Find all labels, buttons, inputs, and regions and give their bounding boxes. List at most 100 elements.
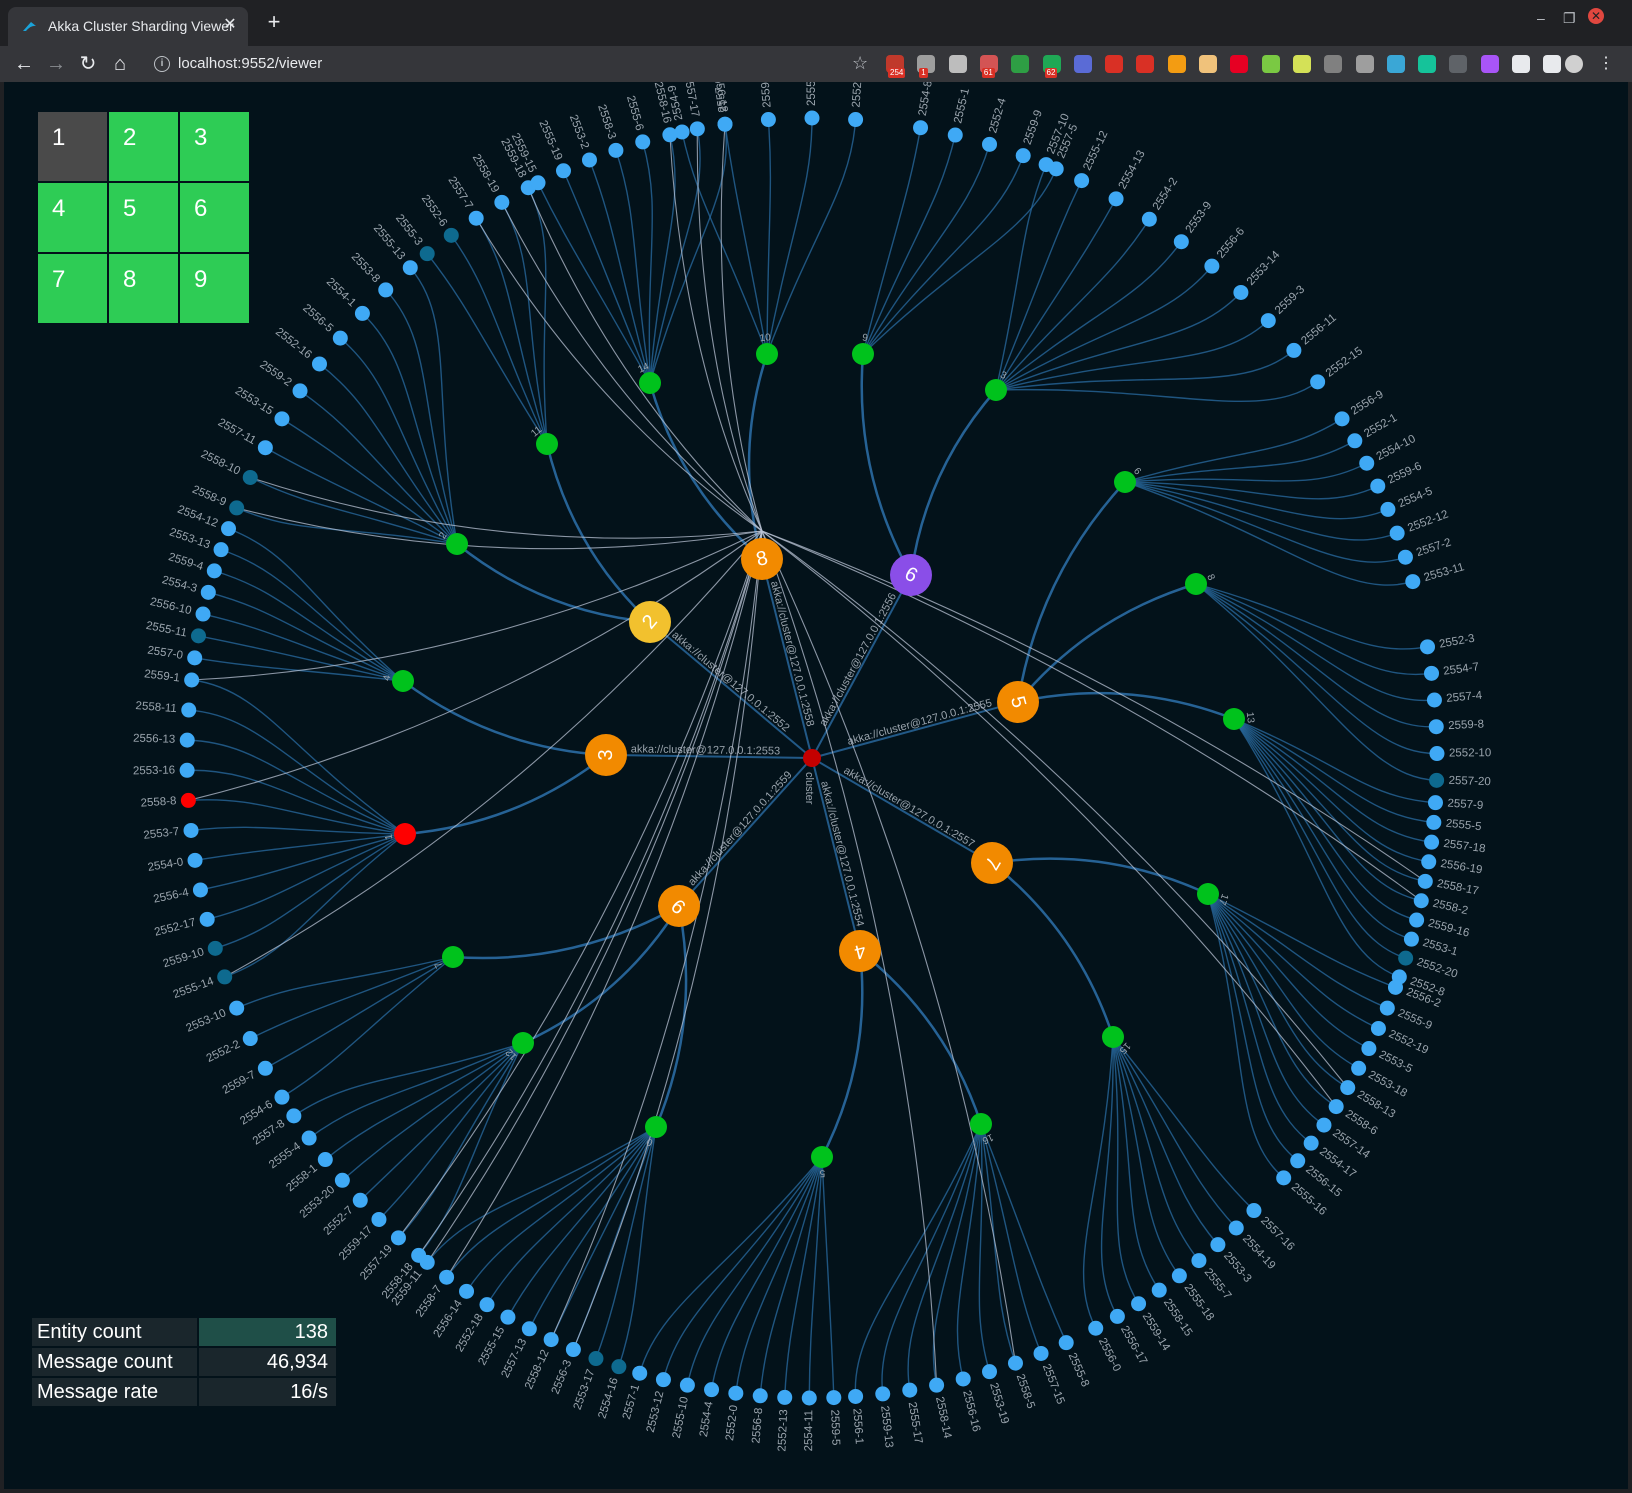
entity-node[interactable] (317, 1152, 333, 1168)
extension-icon[interactable] (1292, 55, 1311, 73)
entity-node[interactable] (801, 1390, 817, 1406)
extension-icon[interactable] (1011, 55, 1030, 73)
extension-icon[interactable] (1386, 55, 1405, 73)
entity-node[interactable] (1429, 772, 1445, 788)
shard-node[interactable] (394, 823, 416, 845)
grid-cell-7[interactable]: 7 (38, 254, 107, 323)
entity-node[interactable] (1389, 525, 1405, 541)
entity-node[interactable] (1276, 1170, 1292, 1186)
entity-node[interactable] (311, 356, 327, 372)
close-window-button[interactable]: ✕ (1588, 8, 1604, 24)
entity-node[interactable] (1334, 411, 1350, 427)
entity-node[interactable] (1427, 795, 1443, 811)
minimize-window-button[interactable]: – (1537, 10, 1545, 26)
entity-node[interactable] (1370, 1020, 1386, 1036)
entity-node[interactable] (439, 1269, 455, 1285)
entity-node[interactable] (1108, 191, 1124, 207)
entity-node[interactable] (1428, 719, 1444, 735)
home-button[interactable]: ⌂ (108, 52, 132, 76)
shard-node[interactable] (645, 1116, 667, 1138)
url-text[interactable]: localhost:9552/viewer (178, 55, 322, 72)
shard-node[interactable] (970, 1113, 992, 1135)
menu-icon[interactable]: ⋮ (1598, 55, 1616, 73)
entity-node[interactable] (332, 330, 348, 346)
entity-node[interactable] (1151, 1282, 1167, 1298)
entity-node[interactable] (390, 1230, 406, 1246)
entity-node[interactable] (229, 500, 245, 516)
entity-node[interactable] (655, 1372, 671, 1388)
extension-icon[interactable] (1261, 55, 1280, 73)
entity-node[interactable] (1409, 912, 1425, 928)
entity-node[interactable] (229, 1000, 245, 1016)
extension-icon[interactable] (1199, 55, 1217, 73)
entity-node[interactable] (929, 1377, 945, 1393)
entity-node[interactable] (1429, 746, 1445, 762)
shard-node[interactable] (1197, 883, 1219, 905)
entity-node[interactable] (611, 1359, 627, 1375)
profile-avatar[interactable] (1565, 55, 1583, 73)
entity-node[interactable] (1131, 1296, 1147, 1312)
entity-node[interactable] (1173, 234, 1189, 250)
entity-node[interactable] (848, 112, 864, 128)
grid-cell-6[interactable]: 6 (180, 183, 249, 252)
entity-node[interactable] (1380, 501, 1396, 517)
reload-button[interactable]: ↻ (76, 52, 100, 76)
shard-node[interactable] (1223, 708, 1245, 730)
entity-node[interactable] (1347, 433, 1363, 449)
entity-node[interactable] (179, 732, 195, 748)
entity-node[interactable] (608, 142, 624, 158)
entity-node[interactable] (635, 134, 651, 150)
entity-node[interactable] (1351, 1060, 1367, 1076)
entity-node[interactable] (354, 305, 370, 321)
entity-node[interactable] (955, 1371, 971, 1387)
entity-node[interactable] (443, 227, 459, 243)
entity-node[interactable] (190, 628, 206, 644)
entity-node[interactable] (217, 969, 233, 985)
grid-cell-9[interactable]: 9 (180, 254, 249, 323)
entity-node[interactable] (689, 121, 705, 137)
entity-node[interactable] (1405, 574, 1421, 590)
entity-node[interactable] (704, 1382, 720, 1398)
close-tab-icon[interactable]: ✕ (220, 15, 240, 35)
entity-node[interactable] (286, 1108, 302, 1124)
entity-node[interactable] (982, 1364, 998, 1380)
entity-node[interactable] (371, 1211, 387, 1227)
entity-node[interactable] (1316, 1117, 1332, 1133)
browser-tab[interactable]: Akka Cluster Sharding Viewer ✕ (8, 7, 248, 46)
grid-cell-2[interactable]: 2 (109, 112, 178, 181)
new-tab-button[interactable]: + (262, 11, 286, 33)
extension-icon[interactable] (1136, 55, 1155, 73)
grid-cell-3[interactable]: 3 (180, 112, 249, 181)
entity-node[interactable] (494, 194, 510, 210)
entity-node[interactable] (581, 152, 597, 168)
entity-node[interactable] (459, 1283, 475, 1299)
entity-node[interactable] (1417, 873, 1433, 889)
entity-node[interactable] (301, 1130, 317, 1146)
entity-node[interactable] (1426, 692, 1442, 708)
bookmark-star-icon[interactable]: ☆ (852, 53, 868, 74)
extension-icon[interactable] (1230, 55, 1249, 73)
entity-node[interactable] (1015, 148, 1031, 164)
extension-icon[interactable] (1167, 55, 1186, 73)
entity-node[interactable] (257, 1060, 273, 1076)
entity-node[interactable] (1228, 1220, 1244, 1236)
entity-node[interactable] (1420, 639, 1436, 655)
entity-node[interactable] (242, 469, 258, 485)
entity-node[interactable] (804, 110, 820, 126)
entity-node[interactable] (1088, 1320, 1104, 1336)
entity-node[interactable] (662, 127, 678, 143)
entity-node[interactable] (402, 260, 418, 276)
entity-node[interactable] (183, 822, 199, 838)
entity-node[interactable] (777, 1389, 793, 1405)
entity-node[interactable] (521, 1321, 537, 1337)
entity-node[interactable] (717, 116, 733, 132)
grid-cell-8[interactable]: 8 (109, 254, 178, 323)
entity-node[interactable] (1038, 157, 1054, 173)
entity-node[interactable] (207, 940, 223, 956)
entity-node[interactable] (1204, 258, 1220, 274)
entity-node[interactable] (1058, 1335, 1074, 1351)
entity-node[interactable] (213, 542, 229, 558)
entity-node[interactable] (184, 672, 200, 688)
address-bar[interactable]: i localhost:9552/viewer (144, 50, 884, 78)
extension-icon[interactable] (1418, 55, 1437, 73)
